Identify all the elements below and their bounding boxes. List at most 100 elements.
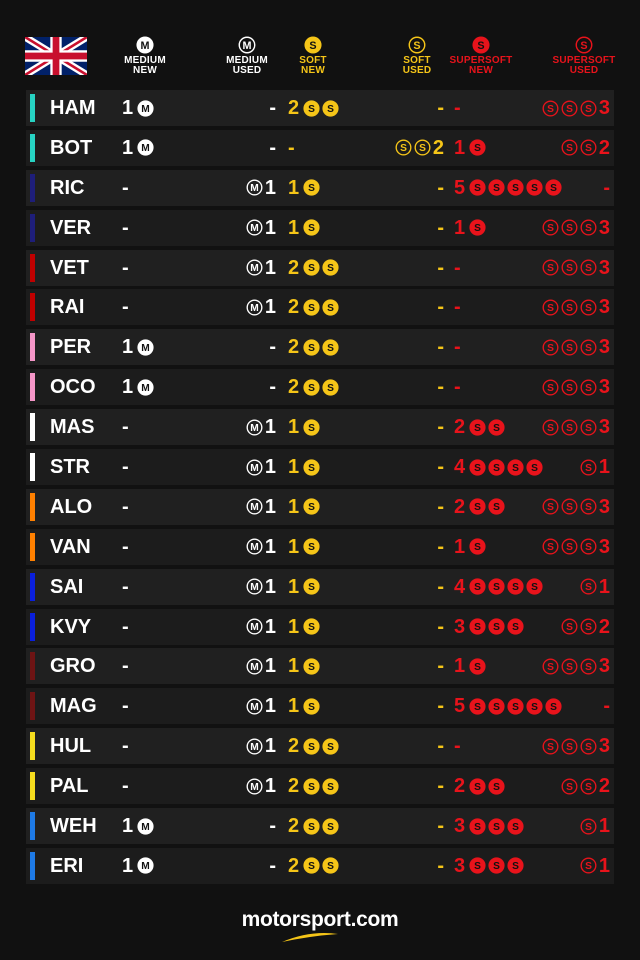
svg-text:S: S xyxy=(512,183,519,194)
tyre-count-mn: 1M xyxy=(122,808,154,844)
tyre-count-mu: M1 xyxy=(246,170,276,206)
driver-row: PER 1 M -2 S S - - S S S 3 xyxy=(26,329,614,366)
driver-code: OCO xyxy=(50,376,96,399)
tyre-count-ssn: - xyxy=(454,250,461,286)
tyre-count-value: 2 xyxy=(598,775,610,798)
tyre-count-value: 2 xyxy=(288,97,300,119)
svg-text:S: S xyxy=(474,503,481,514)
tyre-count-sn: 1S xyxy=(288,609,320,645)
tyre-count-value: 3 xyxy=(598,416,610,439)
tyre-count-value: - xyxy=(437,815,444,838)
svg-text:M: M xyxy=(250,183,259,194)
svg-text:S: S xyxy=(580,40,587,52)
svg-text:S: S xyxy=(585,582,592,593)
tyre-count-value: - xyxy=(269,336,276,359)
tyre-count-value: 1 xyxy=(454,655,466,678)
svg-text:S: S xyxy=(474,183,481,194)
tyre-count-value: 1 xyxy=(264,735,276,758)
tyre-count-ssu: SSS3 xyxy=(542,289,610,325)
svg-text:S: S xyxy=(566,343,573,354)
tyre-count-ssn: 3SSS xyxy=(454,808,524,844)
tyre-count-mn: - xyxy=(122,210,129,246)
tyre-count-value: 1 xyxy=(264,655,276,678)
tyre-icon: S xyxy=(469,578,486,595)
tyre-icon: S xyxy=(507,817,524,835)
tyre-icon: S xyxy=(580,219,597,236)
tyre-count-value: - xyxy=(454,97,461,119)
tyre-count-mn: - xyxy=(122,609,129,645)
tyre-count-value: 2 xyxy=(454,495,466,518)
tyre-icon: S xyxy=(580,459,597,476)
tyre-icon: S xyxy=(303,538,320,555)
tyre-icon: S xyxy=(469,658,486,675)
tyre-count-ssu: SS2 xyxy=(561,130,610,166)
tyre-count-ssu: - xyxy=(603,688,610,724)
tyre-count-ssu: SSS3 xyxy=(542,369,610,405)
tyre-icon: S xyxy=(469,458,486,476)
tyre-count-value: - xyxy=(437,336,444,359)
tyre-count-value: 2 xyxy=(288,336,300,359)
tyre-icon: S xyxy=(507,578,524,595)
tyre-count-value: - xyxy=(437,216,444,239)
tyre-icon: S xyxy=(469,538,486,555)
driver-code: HAM xyxy=(50,97,96,119)
driver-row: VER - M 1 1 S -1 S S S S 3 xyxy=(26,209,614,246)
svg-text:S: S xyxy=(585,423,592,434)
svg-text:S: S xyxy=(566,144,573,155)
tyre-icon: S xyxy=(545,179,562,196)
column-header-label: NEW xyxy=(301,65,325,76)
tyre-count-ssu: S1 xyxy=(580,808,610,844)
tyre-icon: S xyxy=(395,139,412,156)
tyre-count-value: 1 xyxy=(264,296,276,319)
tyre-count-value: - xyxy=(122,615,129,638)
tyre-count-value: 1 xyxy=(264,456,276,479)
tyre-count-su: - xyxy=(437,609,444,645)
svg-text:S: S xyxy=(512,702,519,713)
tyre-icon: M xyxy=(246,299,263,316)
tyre-count-sn: 1S xyxy=(288,648,320,684)
svg-text:S: S xyxy=(585,862,592,873)
svg-text:S: S xyxy=(474,463,481,474)
tyre-count-value: 3 xyxy=(454,854,466,877)
tyre-count-sn: 2SS xyxy=(288,329,339,365)
tyre-count-value: 1 xyxy=(598,854,610,877)
tyre-icon: S xyxy=(542,299,559,316)
driver-row: HAM 1 M -2 S S - - S S S 3 xyxy=(26,90,614,126)
tyre-icon: M xyxy=(137,339,154,356)
tyre-count-mu: M1 xyxy=(246,449,276,485)
svg-text:S: S xyxy=(585,263,592,274)
tyre-count-su: - xyxy=(437,768,444,804)
tyre-icon: S xyxy=(303,419,320,436)
svg-text:S: S xyxy=(308,183,315,194)
svg-text:S: S xyxy=(493,622,500,633)
tyre-count-value: 3 xyxy=(598,97,610,119)
tyre-icon: M xyxy=(246,498,263,515)
tyre-count-value: - xyxy=(437,97,444,119)
svg-text:S: S xyxy=(566,503,573,514)
tyre-icon: S xyxy=(488,698,505,715)
tyre-count-ssu: SS2 xyxy=(561,768,610,804)
tyre-count-value: 2 xyxy=(432,136,444,159)
svg-text:S: S xyxy=(585,144,592,155)
tyre-compound-icon: M xyxy=(136,36,154,54)
tyre-count-value: - xyxy=(437,575,444,598)
logo-text: motorsport.com xyxy=(241,908,399,931)
driver-code: BOT xyxy=(50,136,93,159)
tyre-count-value: - xyxy=(269,815,276,838)
svg-text:S: S xyxy=(585,223,592,234)
tyre-icon: S xyxy=(303,379,320,396)
tyre-icon: S xyxy=(542,339,559,356)
svg-text:S: S xyxy=(585,104,592,115)
svg-text:S: S xyxy=(477,40,484,52)
tyre-count-su: - xyxy=(437,848,444,884)
column-header: M MEDIUM NEW xyxy=(105,36,185,76)
tyre-icon: S xyxy=(507,179,524,196)
tyre-count-mu: M1 xyxy=(246,250,276,286)
tyre-count-mu: - xyxy=(269,808,276,844)
tyre-count-su: SS2 xyxy=(395,130,444,166)
tyre-count-su: - xyxy=(437,808,444,844)
tyre-icon: S xyxy=(507,618,524,635)
tyre-count-value: 5 xyxy=(454,176,466,199)
tyre-count-value: 1 xyxy=(288,456,300,479)
driver-code: ERI xyxy=(50,854,84,877)
